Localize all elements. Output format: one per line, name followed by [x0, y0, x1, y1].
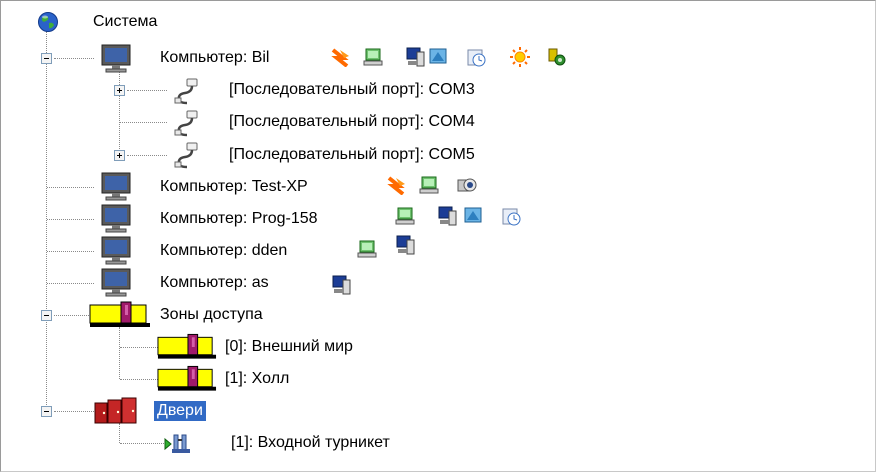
sun-icon — [510, 47, 530, 67]
computer-icon — [101, 172, 131, 201]
tree-line — [54, 315, 89, 316]
access-zone-icon — [157, 333, 217, 359]
access-zone-icon — [157, 365, 217, 391]
collapse-toggle[interactable] — [41, 53, 52, 64]
tree-line — [119, 327, 120, 379]
tree-node-label[interactable]: Система — [90, 12, 160, 32]
tree-node-label[interactable]: Компьютер: Prog-158 — [157, 209, 321, 229]
expand-toggle[interactable] — [114, 85, 125, 96]
tree-node-label[interactable]: Компьютер: Test-XP — [157, 177, 311, 197]
tree-node-label[interactable]: Двери — [154, 401, 206, 421]
clock-icon — [467, 49, 486, 67]
expand-toggle[interactable] — [114, 150, 125, 161]
serial-cable-icon — [174, 110, 198, 137]
tree-line — [120, 379, 158, 380]
tree-node-label[interactable]: Компьютер: dden — [157, 241, 290, 261]
computer-icon — [101, 268, 131, 297]
access-zone-icon — [89, 301, 150, 327]
computer-icon — [101, 204, 131, 233]
workstation-icon — [419, 176, 439, 194]
key-icon — [548, 48, 566, 66]
tree-node-label[interactable]: Компьютер: as — [157, 273, 272, 293]
tree-node-label[interactable]: [1]: Входной турникет — [228, 433, 393, 453]
tree-line — [120, 347, 158, 348]
tree-line — [127, 155, 167, 156]
tree-node-label[interactable]: [Последовательный порт]: COM3 — [226, 80, 478, 100]
monitor-icon — [429, 48, 447, 64]
computer-icon — [101, 236, 131, 265]
tree-node-label[interactable]: Зоны доступа — [157, 305, 266, 325]
serial-cable-icon — [174, 78, 198, 105]
tree-line — [119, 423, 120, 443]
tree-line — [54, 58, 94, 59]
alarm-icon — [387, 176, 405, 195]
tree-line — [127, 90, 167, 91]
doors-icon — [94, 397, 137, 424]
terminal-icon — [396, 235, 415, 255]
camera-icon — [457, 178, 477, 192]
workstation-icon — [357, 240, 377, 258]
tree-line — [46, 31, 47, 413]
collapse-toggle[interactable] — [41, 310, 52, 321]
collapse-toggle[interactable] — [41, 406, 52, 417]
tree-node-label[interactable]: [Последовательный порт]: COM5 — [226, 145, 478, 165]
tree-line — [54, 411, 94, 412]
tree-node-label[interactable]: [Последовательный порт]: COM4 — [226, 112, 478, 132]
tree-node-label[interactable]: Компьютер: Bil — [157, 48, 272, 68]
monitor-icon — [464, 207, 482, 223]
tree-line — [47, 219, 94, 220]
tree-line — [47, 187, 94, 188]
tree-line — [119, 69, 120, 157]
tree-line — [120, 443, 164, 444]
tree-node-label[interactable]: [0]: Внешний мир — [222, 337, 356, 357]
computer-icon — [101, 44, 131, 73]
clock-icon — [502, 208, 521, 226]
tree-node-label[interactable]: [1]: Холл — [222, 369, 292, 389]
alarm-icon — [331, 48, 349, 67]
serial-cable-icon — [174, 142, 198, 169]
terminal-icon — [438, 206, 457, 226]
workstation-icon — [363, 48, 383, 66]
tree-line — [47, 283, 94, 284]
globe-icon — [38, 12, 58, 32]
terminal-icon — [406, 47, 425, 67]
terminal-icon — [332, 275, 351, 295]
system-tree-view[interactable]: Система Компьютер: Bil [Последовательный… — [0, 0, 876, 472]
turnstile-icon — [164, 434, 190, 453]
workstation-icon — [395, 207, 415, 225]
tree-line — [120, 122, 167, 123]
tree-line — [47, 251, 94, 252]
